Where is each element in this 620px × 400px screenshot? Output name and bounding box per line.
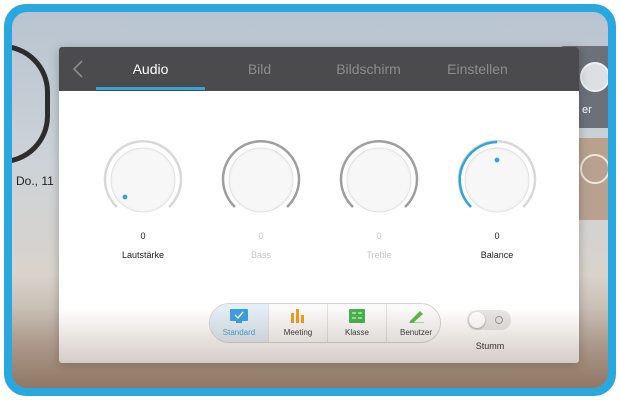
mode-label: Klasse (344, 328, 369, 337)
knob-lautstaerke[interactable]: 0 Lautstärke (93, 135, 193, 275)
knob-position-dot (122, 194, 128, 200)
mode-divider (327, 304, 328, 342)
knob-treble: 0 Treble (329, 135, 429, 275)
active-tab-indicator (96, 87, 205, 90)
tab-bar: Audio Bild Bildschirm Einstellen (59, 47, 579, 91)
knob-bass: 0 Bass (211, 135, 311, 275)
check-screen-icon (230, 309, 248, 323)
back-arrow-icon[interactable] (69, 59, 89, 79)
mode-standard[interactable]: Standard (210, 304, 268, 342)
bass-dial-icon (221, 140, 301, 213)
tab-audio[interactable]: Audio (96, 47, 205, 91)
tab-bildschirm[interactable]: Bildschirm (314, 47, 423, 91)
knob-value: 0 (258, 231, 264, 241)
knob-label: Treble (366, 250, 392, 260)
mute-toggle[interactable] (467, 310, 511, 330)
home-screen: Do., 11 er Audio Bild Bildschirm Einstel… (12, 12, 608, 388)
audio-settings-dialog: Audio Bild Bildschirm Einstellen 0 Lauts… (59, 47, 579, 363)
background-clock (12, 44, 50, 164)
volume-dial-icon[interactable] (93, 135, 193, 225)
device-frame: Do., 11 er Audio Bild Bildschirm Einstel… (4, 4, 616, 396)
toggle-thumb (469, 312, 485, 328)
knob-label: Bass (250, 250, 271, 260)
tab-einstellen[interactable]: Einstellen (423, 47, 532, 91)
knob-value: 0 (376, 231, 382, 241)
edit-pen-icon (409, 311, 424, 323)
background-widget-label: er (582, 104, 592, 116)
mode-benutzer[interactable]: Benutzer (387, 304, 440, 342)
mode-label: Meeting (283, 328, 313, 337)
tab-bild[interactable]: Bild (205, 47, 314, 91)
mode-label: Benutzer (399, 328, 433, 337)
knob-label: Lautstärke (121, 250, 165, 260)
knob-label: Balance (480, 250, 514, 260)
knob-balance[interactable]: 0 Balance (447, 135, 547, 275)
classroom-board-icon (349, 309, 365, 323)
toggle-off-icon (495, 316, 503, 324)
mode-divider (386, 304, 387, 342)
treble-dial-icon (339, 140, 419, 213)
mode-label: Standard (222, 328, 256, 337)
balance-dial-icon[interactable] (447, 135, 547, 225)
knob-value: 0 (140, 231, 146, 241)
mode-klasse[interactable]: Klasse (328, 304, 386, 342)
widget-ring-icon (580, 154, 608, 184)
sound-mode-selector: Standard Meeting Klasse Benutzer (209, 303, 441, 343)
background-date: Do., 11 (16, 174, 54, 188)
mode-meeting[interactable]: Meeting (269, 304, 327, 342)
mute-label: Stumm (475, 341, 505, 351)
knob-value: 0 (494, 231, 500, 241)
bar-chart-icon (291, 309, 304, 323)
widget-dial-icon (580, 62, 608, 92)
mode-divider (268, 304, 269, 342)
knob-position-dot (494, 157, 500, 163)
